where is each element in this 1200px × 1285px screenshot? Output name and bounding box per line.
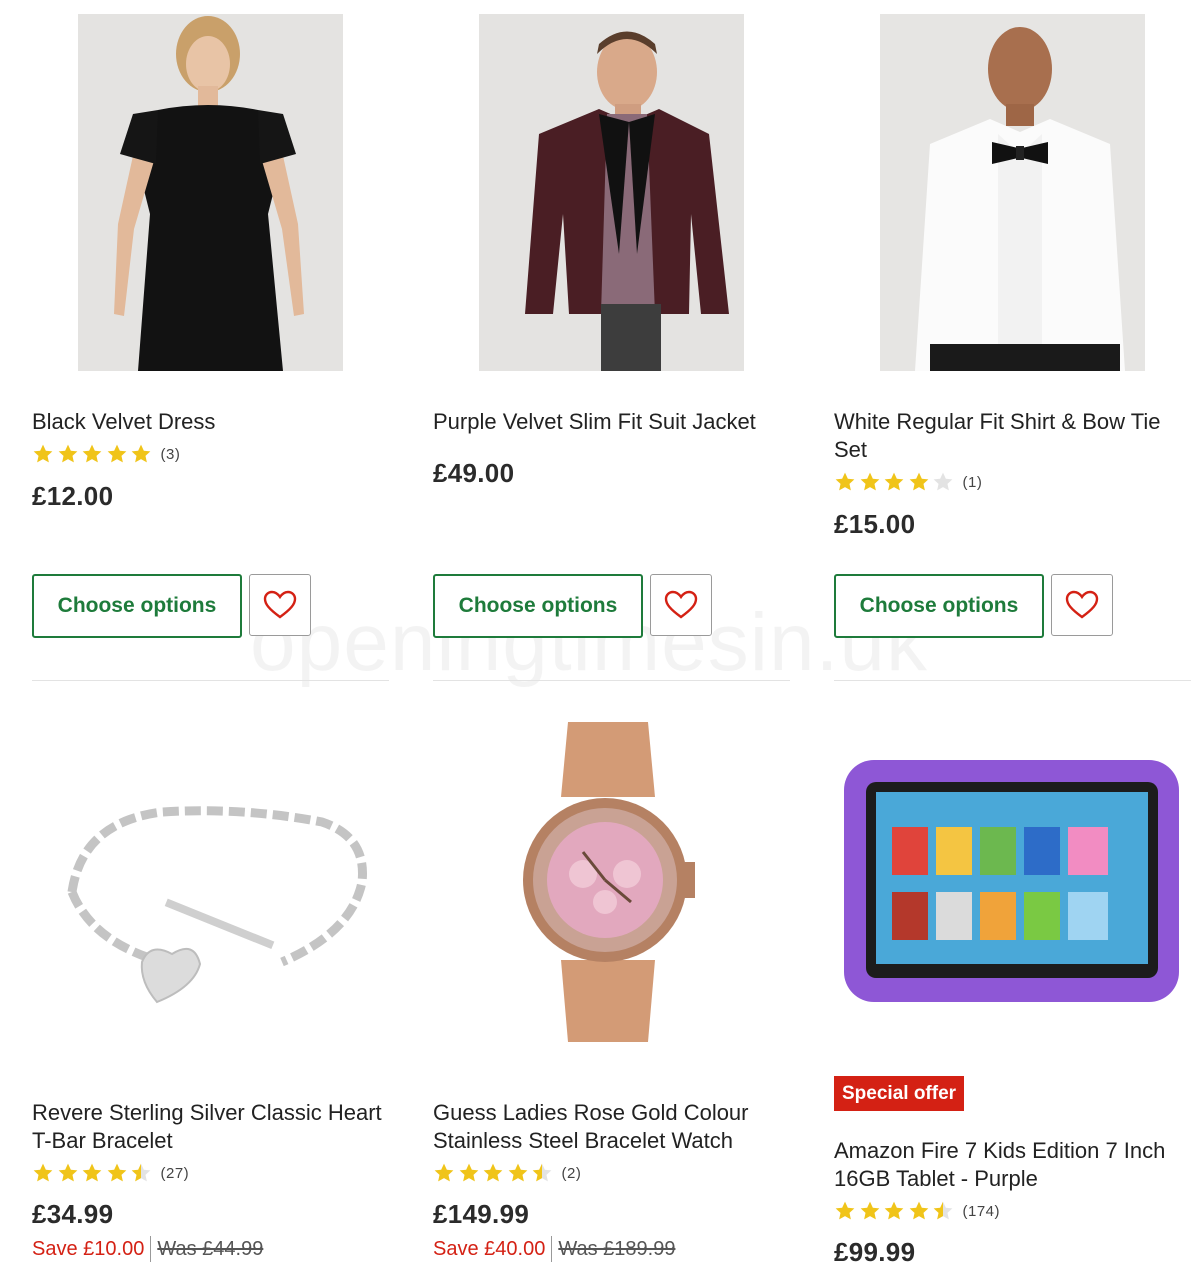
product-card: Special offer Amazon Fire 7 Kids Edition… bbox=[834, 0, 1191, 1285]
product-title[interactable]: Revere Sterling Silver Classic Heart T-B… bbox=[32, 1099, 389, 1155]
savings-line: Save £40.00 Was £189.99 bbox=[433, 1236, 675, 1262]
save-amount: Save £40.00 bbox=[433, 1237, 546, 1260]
star-icon bbox=[860, 1201, 879, 1220]
product-image[interactable] bbox=[32, 712, 389, 1069]
star-icon bbox=[58, 1163, 77, 1182]
product-image[interactable] bbox=[834, 712, 1191, 1069]
divider bbox=[150, 1236, 152, 1262]
divider bbox=[551, 1236, 553, 1262]
review-count[interactable]: (2) bbox=[562, 1165, 582, 1182]
product-rating: (174) bbox=[834, 1199, 1000, 1223]
product-title[interactable]: Amazon Fire 7 Kids Edition 7 Inch 16GB T… bbox=[834, 1137, 1191, 1193]
product-card: Guess Ladies Rose Gold Colour Stainless … bbox=[433, 0, 790, 1285]
star-icon bbox=[459, 1163, 478, 1182]
product-price: £34.99 bbox=[32, 1199, 114, 1229]
star-icon bbox=[909, 1201, 928, 1220]
was-price: Was £189.99 bbox=[558, 1237, 676, 1260]
save-amount: Save £10.00 bbox=[32, 1237, 145, 1260]
star-icon bbox=[107, 1163, 126, 1182]
special-offer-badge: Special offer bbox=[834, 1076, 965, 1111]
star-icon bbox=[508, 1163, 527, 1182]
product-price: £99.99 bbox=[834, 1237, 916, 1267]
star-icon bbox=[835, 1201, 855, 1220]
review-count[interactable]: (174) bbox=[963, 1203, 1001, 1220]
star-icon bbox=[82, 1163, 102, 1182]
product-title[interactable]: Guess Ladies Rose Gold Colour Stainless … bbox=[433, 1099, 790, 1155]
star-icon bbox=[483, 1163, 503, 1182]
star-icon bbox=[33, 1163, 53, 1182]
product-card: Revere Sterling Silver Classic Heart T-B… bbox=[32, 0, 389, 1285]
review-count[interactable]: (27) bbox=[161, 1165, 190, 1182]
product-image[interactable] bbox=[433, 712, 790, 1069]
star-icon bbox=[884, 1201, 904, 1220]
star-icon bbox=[434, 1163, 454, 1182]
product-rating: (27) bbox=[32, 1161, 189, 1185]
product-price: £149.99 bbox=[433, 1199, 530, 1229]
star-half-icon bbox=[532, 1163, 552, 1182]
was-price: Was £44.99 bbox=[157, 1237, 264, 1260]
star-half-icon bbox=[933, 1201, 953, 1220]
savings-line: Save £10.00 Was £44.99 bbox=[32, 1236, 263, 1262]
star-half-icon bbox=[131, 1163, 151, 1182]
product-rating: (2) bbox=[433, 1161, 581, 1185]
